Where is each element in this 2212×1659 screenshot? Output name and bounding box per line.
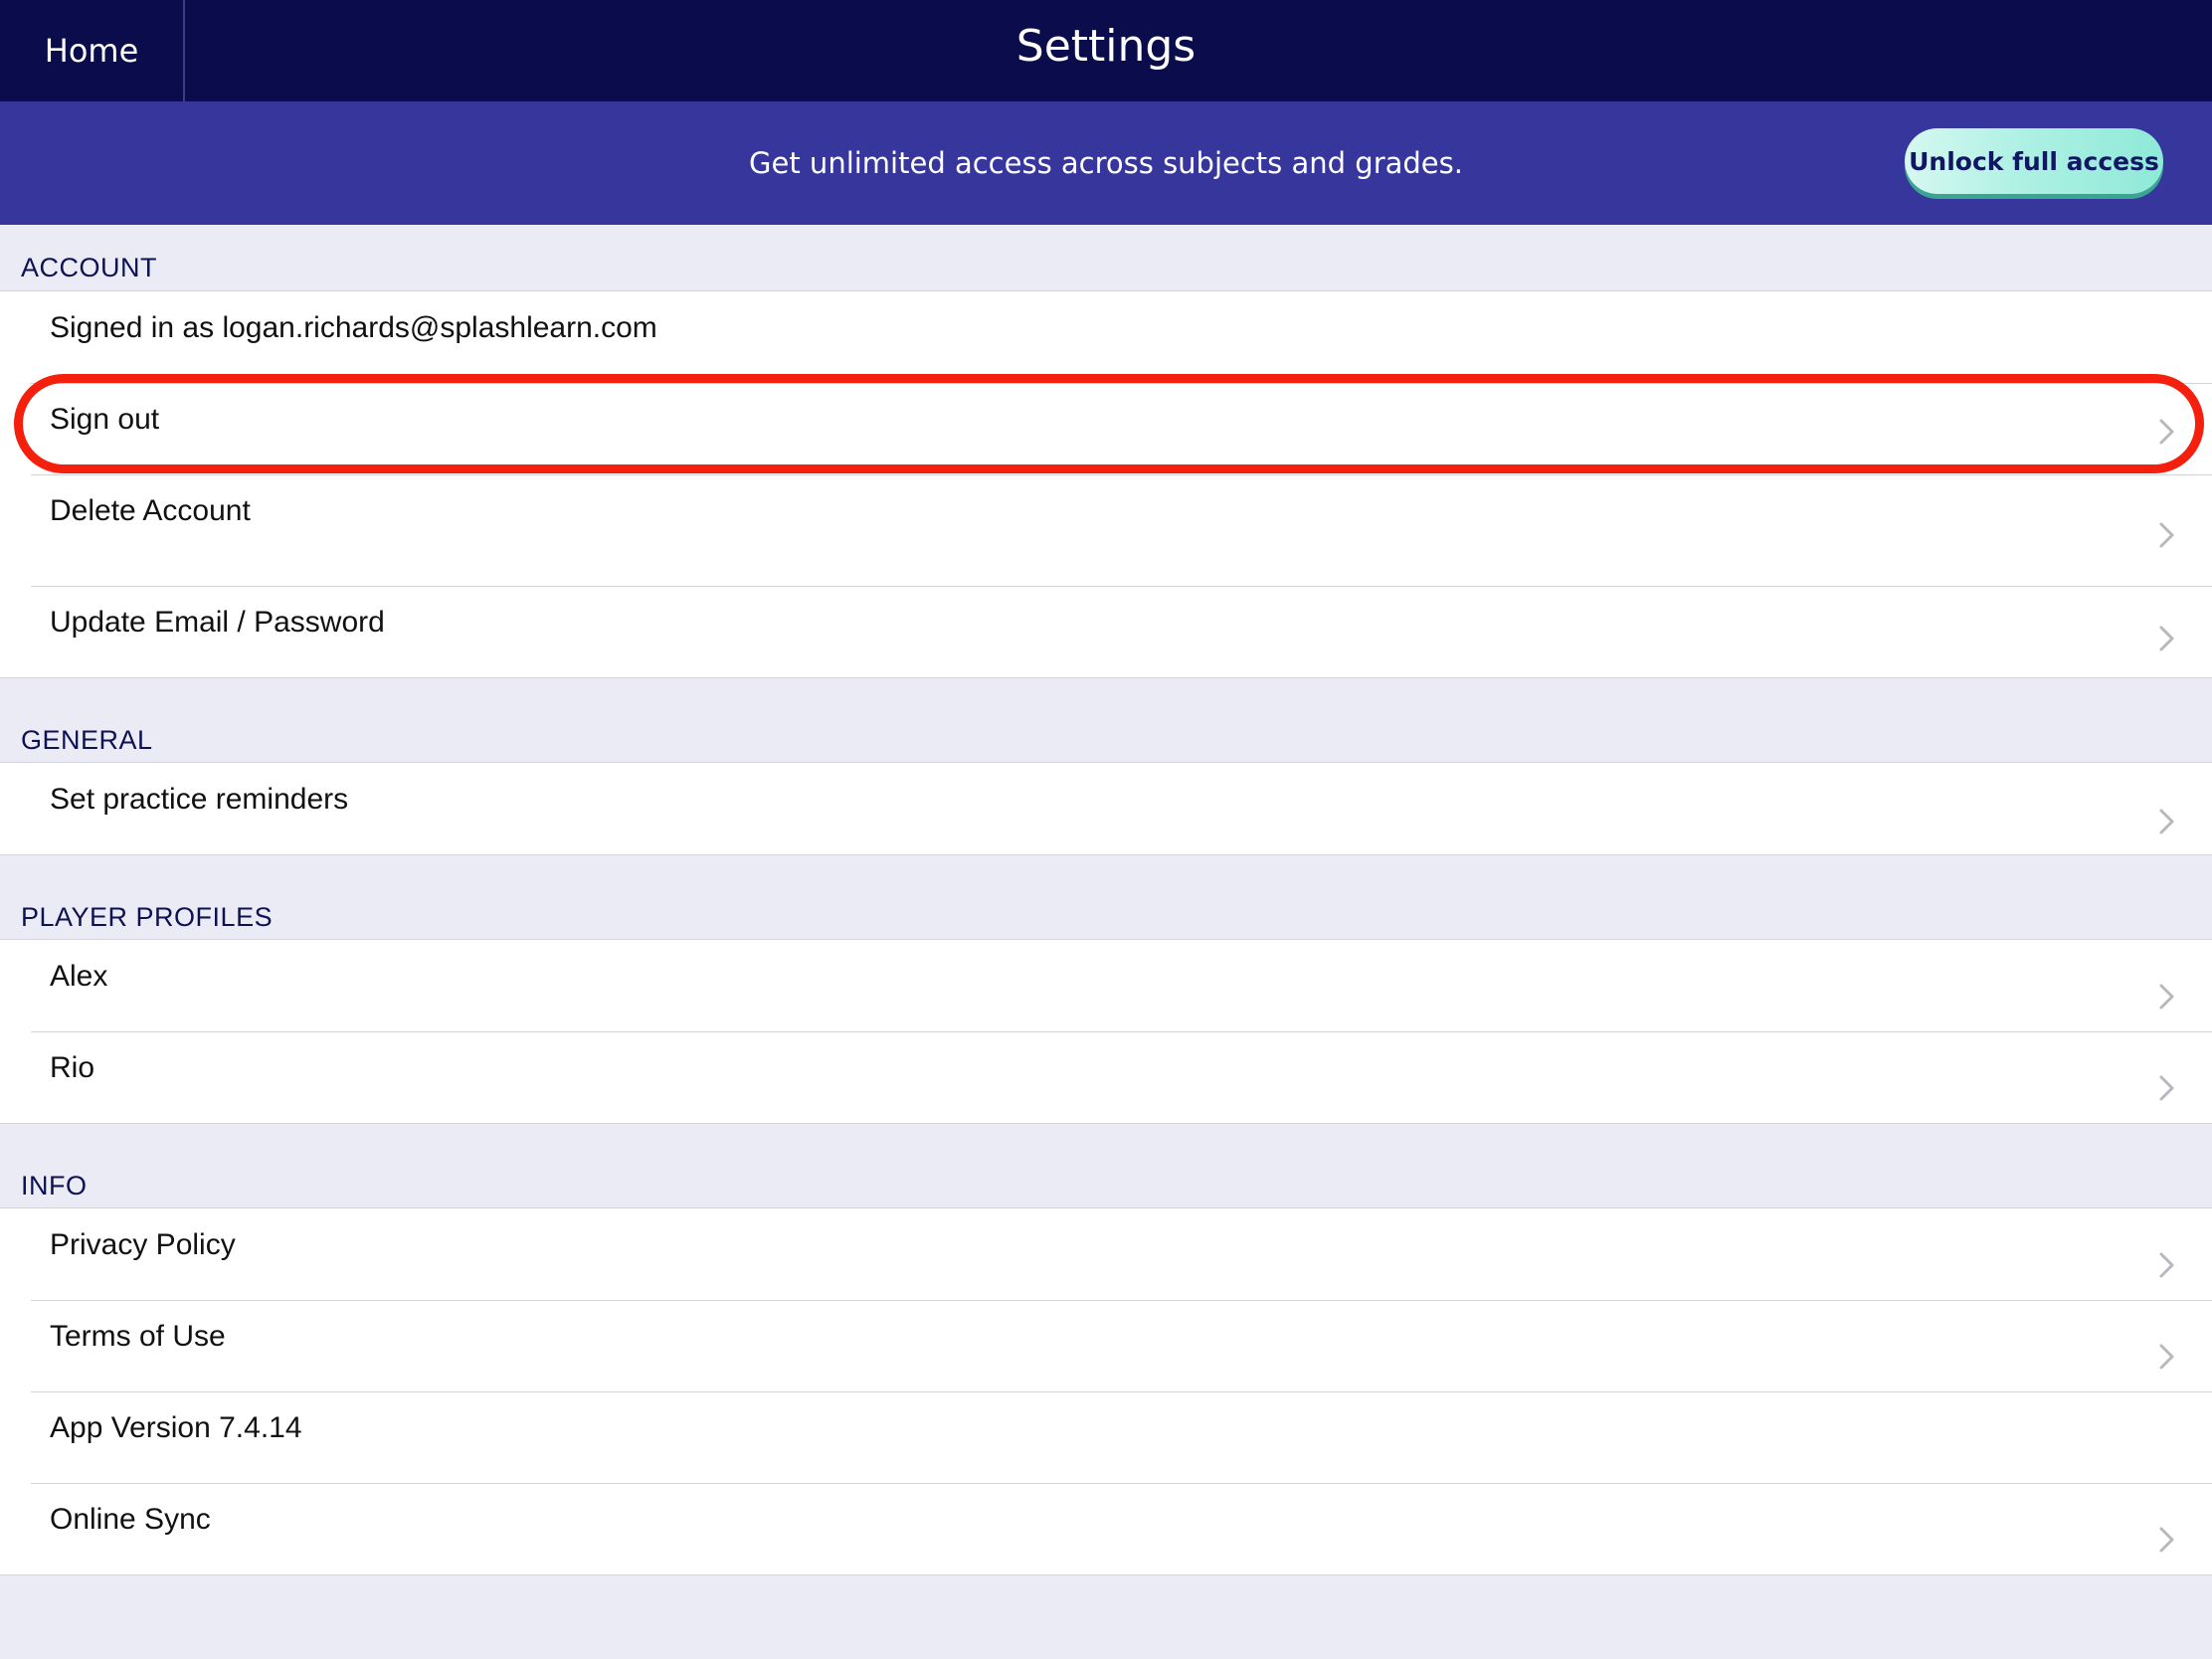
profile-name: Rio	[50, 1051, 95, 1084]
page-title: Settings	[1015, 20, 1197, 72]
online-sync-row[interactable]: Online Sync	[0, 1483, 2212, 1574]
chevron-right-icon	[2156, 982, 2178, 1012]
profile-row-alex[interactable]: Alex	[0, 940, 2212, 1031]
profile-name: Alex	[50, 960, 108, 993]
chevron-right-icon	[2156, 1342, 2178, 1372]
chevron-right-icon	[2156, 520, 2178, 550]
info-group: Privacy Policy Terms of Use App Version …	[0, 1207, 2212, 1575]
general-group: Set practice reminders	[0, 762, 2212, 855]
update-email-password-row[interactable]: Update Email / Password	[0, 586, 2212, 677]
online-sync-label: Online Sync	[50, 1503, 211, 1536]
delete-account-row[interactable]: Delete Account	[0, 474, 2212, 586]
signed-in-label: Signed in as logan.richards@splashlearn.…	[50, 311, 657, 344]
top-nav-bar: Settings Home	[0, 0, 2212, 101]
promo-text: Get unlimited access across subjects and…	[749, 146, 1463, 180]
signed-in-row: Signed in as logan.richards@splashlearn.…	[0, 291, 2212, 383]
account-group: Signed in as logan.richards@splashlearn.…	[0, 290, 2212, 678]
home-button[interactable]: Home	[0, 0, 185, 101]
section-header-player-profiles: PLAYER PROFILES	[21, 902, 274, 932]
privacy-policy-label: Privacy Policy	[50, 1228, 236, 1261]
section-header-account: ACCOUNT	[21, 253, 157, 282]
app-version-row: App Version 7.4.14	[0, 1391, 2212, 1483]
chevron-right-icon	[2156, 1073, 2178, 1103]
app-version-label: App Version 7.4.14	[50, 1411, 302, 1444]
promo-banner: Get unlimited access across subjects and…	[0, 101, 2212, 225]
sign-out-row[interactable]: Sign out	[0, 383, 2212, 474]
chevron-right-icon	[2156, 807, 2178, 836]
terms-of-use-row[interactable]: Terms of Use	[0, 1300, 2212, 1391]
terms-of-use-label: Terms of Use	[50, 1320, 226, 1353]
chevron-right-icon	[2156, 417, 2178, 447]
practice-reminders-label: Set practice reminders	[50, 783, 349, 816]
sign-out-label: Sign out	[50, 403, 160, 436]
privacy-policy-row[interactable]: Privacy Policy	[0, 1208, 2212, 1300]
profile-row-rio[interactable]: Rio	[0, 1031, 2212, 1123]
player-profiles-group: Alex Rio	[0, 939, 2212, 1124]
chevron-right-icon	[2156, 1525, 2178, 1555]
update-email-password-label: Update Email / Password	[50, 606, 385, 639]
section-header-info: INFO	[21, 1171, 88, 1200]
chevron-right-icon	[2156, 1250, 2178, 1280]
practice-reminders-row[interactable]: Set practice reminders	[0, 763, 2212, 854]
section-header-general: GENERAL	[21, 725, 153, 755]
unlock-full-access-button[interactable]: Unlock full access	[1905, 128, 2163, 194]
chevron-right-icon	[2156, 624, 2178, 653]
delete-account-label: Delete Account	[50, 494, 251, 527]
